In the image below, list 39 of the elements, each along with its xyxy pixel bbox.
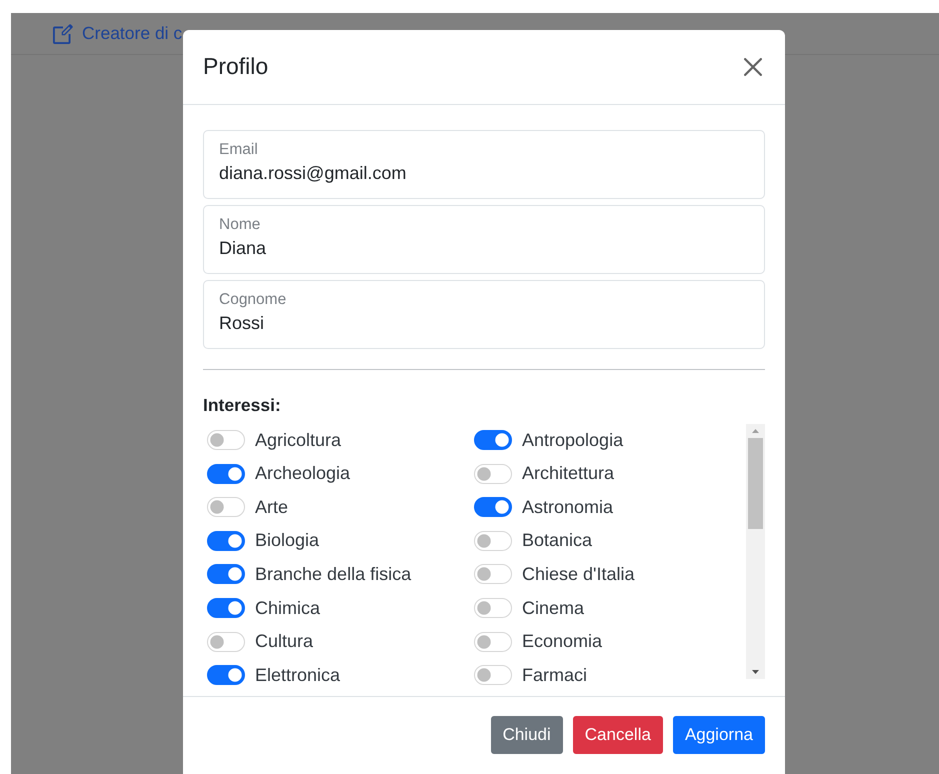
switch-label: Agricoltura (255, 428, 342, 452)
toggle-switch[interactable] (207, 530, 245, 551)
field-label: Email (219, 141, 258, 160)
switch-label: Architettura (522, 462, 614, 486)
switch-label: Astronomia (522, 496, 614, 519)
toggle-switch[interactable] (207, 598, 245, 618)
field-value[interactable]: Diana (219, 234, 749, 262)
scrollbar[interactable] (746, 424, 765, 680)
toggle-switch[interactable] (207, 564, 245, 584)
field-value[interactable]: diana.rossi@gmail.com (219, 160, 749, 187)
switch-label: Chiese d'Italia (522, 562, 634, 586)
switch-label: Cultura (255, 630, 314, 654)
switch-label: Cinema (522, 596, 584, 620)
switch-label: Economia (522, 630, 602, 654)
switch-label: Elettronica (255, 664, 340, 687)
section-label: Interessi: (203, 394, 282, 417)
close-button[interactable]: Chiudi (490, 716, 563, 754)
input-field[interactable]: Nome Diana (203, 205, 765, 274)
switch-label: Chimica (255, 596, 320, 620)
toggle-switch[interactable] (474, 430, 512, 450)
modal-title: Profilo (203, 53, 268, 81)
field-label: Nome (219, 216, 260, 235)
switch-label: Biologia (255, 529, 320, 552)
input-field[interactable]: Email diana.rossi@gmail.com (203, 130, 765, 199)
toggle-switch[interactable] (474, 497, 512, 518)
switch-label: Archeologia (255, 462, 350, 486)
switch-label: Arte (255, 496, 288, 519)
edit-icon (53, 24, 73, 44)
toggle-switch[interactable] (207, 464, 245, 484)
cancel-button[interactable]: Cancella (572, 716, 663, 754)
input-field[interactable]: Cognome Rossi (203, 280, 765, 349)
update-button[interactable]: Aggiorna (672, 716, 765, 754)
toggle-switch[interactable] (207, 665, 245, 686)
switch-label: Branche della fisica (255, 562, 412, 586)
field-value[interactable]: Rossi (219, 310, 749, 337)
field-label: Cognome (219, 291, 286, 310)
switch-label: Farmaci (522, 664, 588, 687)
switch-label: Botanica (522, 529, 592, 552)
switch-label: Antropologia (522, 428, 624, 452)
